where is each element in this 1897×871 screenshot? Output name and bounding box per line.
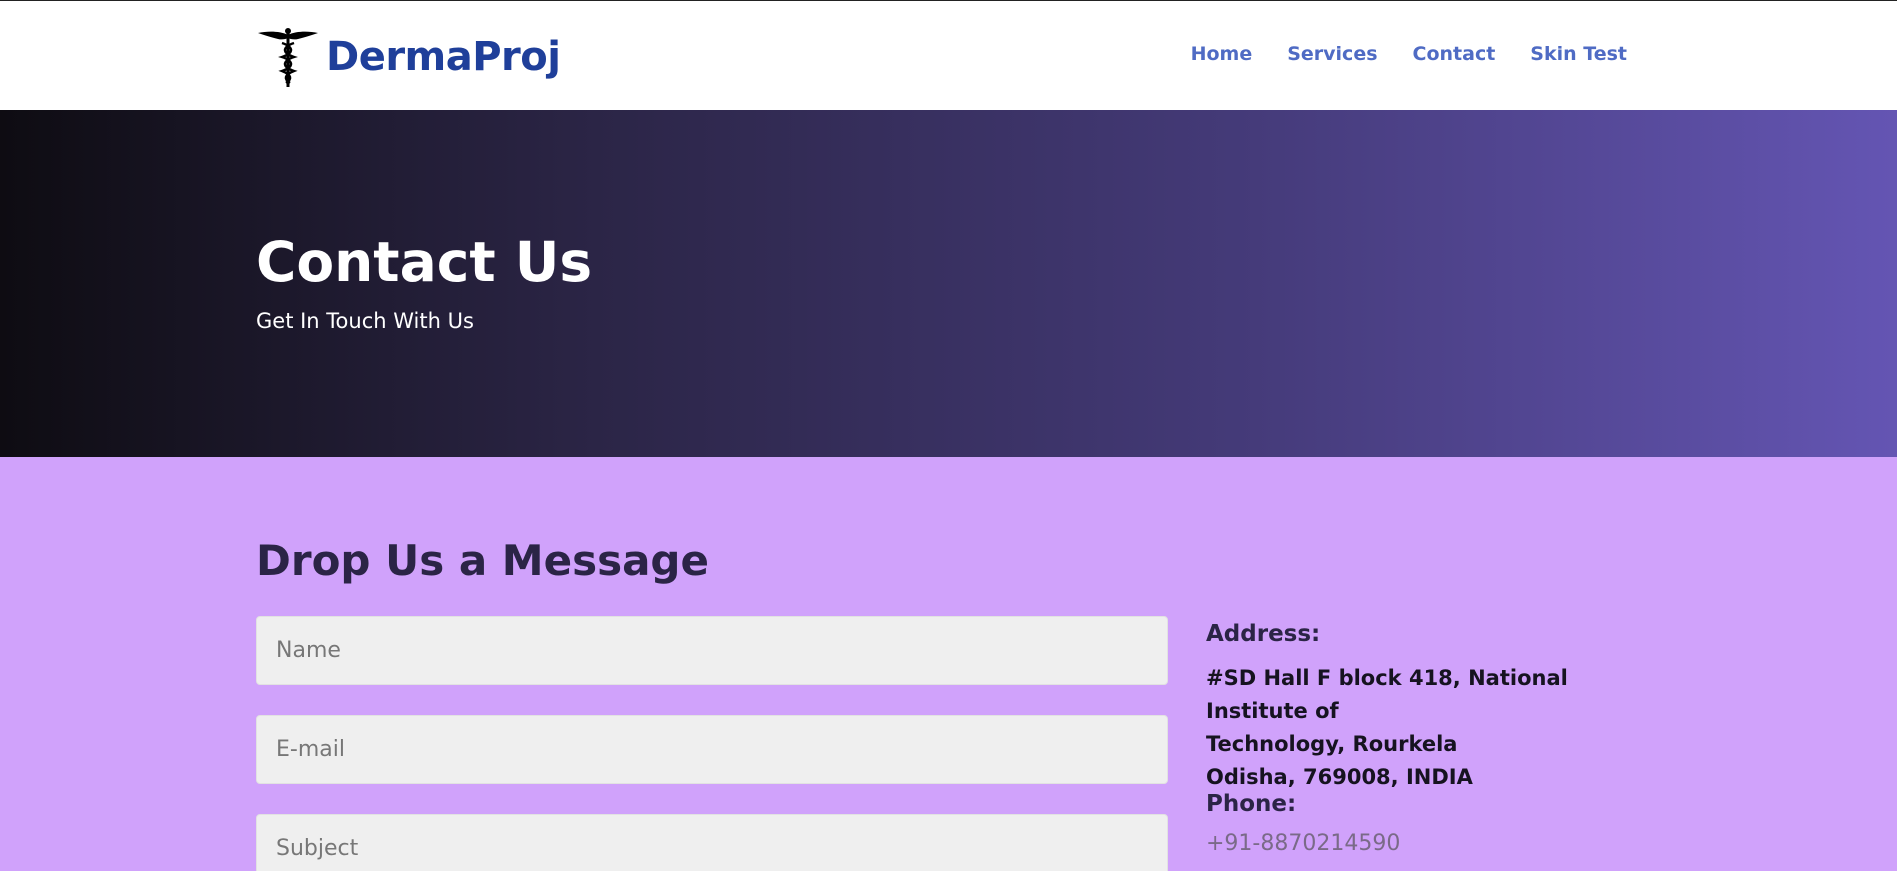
nav-services-link[interactable]: Services (1287, 43, 1377, 65)
name-input[interactable] (256, 616, 1168, 685)
subject-input[interactable] (256, 814, 1168, 871)
address-line: #SD Hall F block 418, National Institute… (1206, 666, 1568, 723)
phone-label: Phone: (1206, 791, 1297, 817)
page-title: Contact Us (256, 230, 593, 294)
caduceus-icon (258, 28, 318, 87)
page-subtitle: Get In Touch With Us (256, 309, 474, 333)
nav-home-link[interactable]: Home (1191, 43, 1253, 65)
address-label: Address: (1206, 621, 1321, 647)
nav-skin-test-link[interactable]: Skin Test (1530, 43, 1627, 65)
contact-section: Drop Us a Message Address: #SD Hall F bl… (0, 457, 1897, 871)
email-input[interactable] (256, 715, 1168, 784)
address-text: #SD Hall F block 418, National Institute… (1206, 662, 1646, 794)
contact-heading: Drop Us a Message (256, 536, 709, 585)
brand-link[interactable]: DermaProj (256, 25, 561, 89)
phone-link[interactable]: +91-8870214590 (1206, 831, 1400, 856)
navbar: DermaProj Home Services Contact Skin Tes… (0, 0, 1897, 110)
main-nav: Home Services Contact Skin Test (1191, 43, 1627, 65)
brand-name: DermaProj (326, 34, 561, 80)
hero-banner: Contact Us Get In Touch With Us (0, 110, 1897, 457)
address-line: Technology, Rourkela (1206, 732, 1458, 756)
address-line: Odisha, 769008, INDIA (1206, 765, 1473, 789)
nav-contact-link[interactable]: Contact (1413, 43, 1496, 65)
